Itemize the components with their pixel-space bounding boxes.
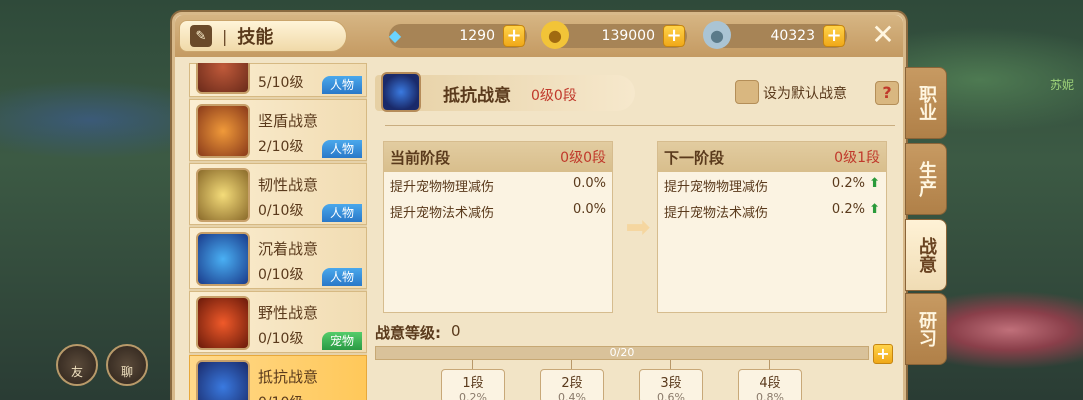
type-badge: 人物 [322, 268, 362, 286]
set-default-label: 设为默认战意 [763, 86, 847, 102]
skill-item[interactable]: 坚盾战意 2/10级 人物 [189, 99, 367, 161]
stage-milestone[interactable]: 1段 0.2% [441, 369, 505, 400]
calm-skill-icon [196, 232, 250, 286]
tab-battle-spirit[interactable]: 战意 [905, 219, 947, 291]
silver-coin-icon: ● [703, 21, 731, 49]
shield-skill-icon [196, 104, 250, 158]
resist-skill-icon [196, 360, 250, 400]
title-tab: ✎ | 技能 [179, 20, 347, 52]
stage-milestone[interactable]: 2段 0.4% [540, 369, 604, 400]
skill-list: 5/10级 人物 坚盾战意 2/10级 人物 韧性战意 0/10级 人物 沉着战… [189, 63, 367, 400]
wild-skill-icon [196, 296, 250, 350]
friends-button[interactable]: 友 [56, 344, 98, 386]
skill-item[interactable]: 韧性战意 0/10级 人物 [189, 163, 367, 225]
type-badge: 宠物 [322, 332, 362, 350]
arrow-right-icon: ➡ [625, 210, 651, 245]
chat-button[interactable]: 聊 [106, 344, 148, 386]
type-badge: 人物 [322, 204, 362, 222]
stat-row: 提升宠物法术减伤 0.0% [390, 202, 606, 221]
add-silver-button[interactable]: + [823, 25, 845, 47]
level-value: 0 [451, 322, 461, 340]
stage-milestone[interactable]: 4段 0.8% [738, 369, 802, 400]
level-progress-bar: 0/20 [375, 346, 869, 360]
current-stage-panel: 当前阶段 0级0段 提升宠物物理减伤 0.0% 提升宠物法术减伤 0.0% [383, 141, 613, 313]
skill-window: ✎ | 技能 ◆ 1290 + ● 139000 + ● 40323 + ✕ 5… [172, 12, 947, 400]
skill-item[interactable]: 野性战意 0/10级 宠物 [189, 291, 367, 353]
close-icon[interactable]: ✕ [869, 21, 897, 49]
add-exp-button[interactable]: + [873, 344, 893, 364]
divider [385, 125, 895, 126]
type-badge: 人物 [322, 76, 362, 94]
stat-row: 提升宠物物理减伤 0.2% ⬆ [664, 176, 880, 195]
up-arrow-icon: ⬆ [869, 176, 880, 191]
gold-currency: ● 139000 + [541, 21, 687, 49]
detail-skill-name: 抵抗战意 [443, 86, 511, 106]
stat-row: 提升宠物法术减伤 0.2% ⬆ [664, 202, 880, 221]
diamond-currency: ◆ 1290 + [389, 24, 527, 48]
skill-icon [196, 63, 250, 94]
next-stage-panel: 下一阶段 0级1段 提升宠物物理减伤 0.2% ⬆ 提升宠物法术减伤 0.2% … [657, 141, 887, 313]
skill-book-icon: ✎ [190, 25, 212, 47]
gold-coin-icon: ● [541, 21, 569, 49]
type-badge: 人物 [322, 140, 362, 158]
stage-milestone[interactable]: 3段 0.6% [639, 369, 703, 400]
tab-production[interactable]: 生产 [905, 143, 947, 215]
add-gold-button[interactable]: + [663, 25, 685, 47]
add-diamond-button[interactable]: + [503, 25, 525, 47]
window-title: 技能 [237, 27, 274, 48]
set-default-checkbox[interactable] [735, 80, 759, 104]
skill-item[interactable]: 5/10级 人物 [189, 63, 367, 97]
tab-profession[interactable]: 职业 [905, 67, 947, 139]
up-arrow-icon: ⬆ [869, 202, 880, 217]
skill-item[interactable]: 沉着战意 0/10级 人物 [189, 227, 367, 289]
tenacity-skill-icon [196, 168, 250, 222]
help-button[interactable]: ? [875, 81, 899, 105]
skill-item-selected[interactable]: 抵抗战意 0/10级 [189, 355, 367, 400]
resist-skill-icon [381, 72, 421, 112]
player-name: 苏妮 [1050, 78, 1075, 92]
silver-currency: ● 40323 + [703, 21, 847, 49]
level-label: 战意等级: [375, 324, 441, 342]
detail-skill-level: 0级0段 [531, 88, 577, 104]
tab-study[interactable]: 研习 [905, 293, 947, 365]
top-bar: ✎ | 技能 ◆ 1290 + ● 139000 + ● 40323 + ✕ [175, 15, 903, 57]
stat-row: 提升宠物物理减伤 0.0% [390, 176, 606, 195]
diamond-icon: ◆ [388, 25, 402, 45]
